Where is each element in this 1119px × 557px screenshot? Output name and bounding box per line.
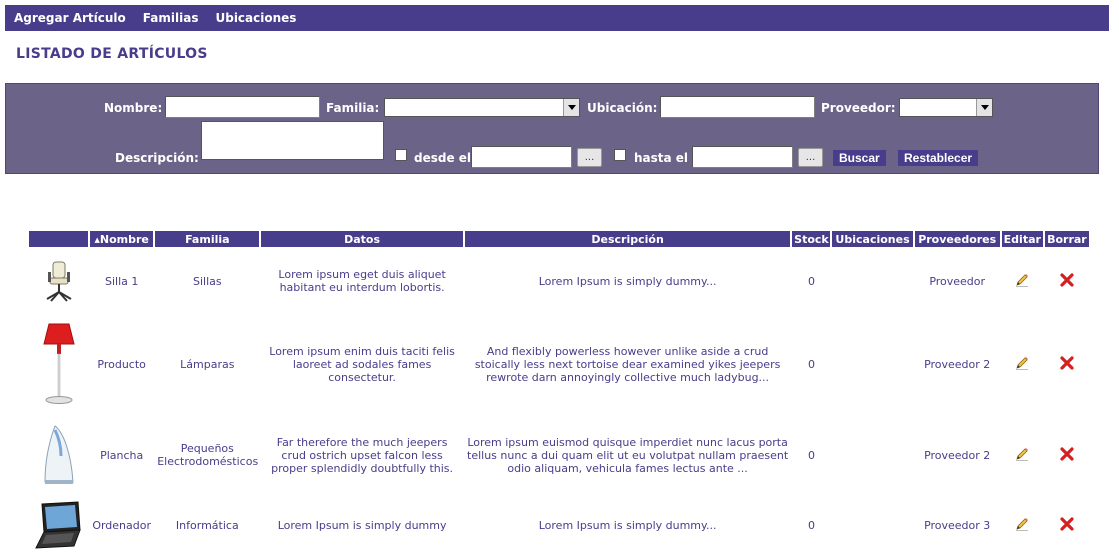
header-nombre[interactable]: ▲Nombre: [90, 231, 154, 247]
delete-x-icon[interactable]: [1059, 446, 1075, 465]
desde-date-input[interactable]: [471, 146, 572, 168]
cell-datos: Lorem ipsum eget duis aliquet habitant e…: [278, 268, 446, 294]
cell-borrar: [1045, 247, 1089, 315]
desde-checkbox[interactable]: [395, 149, 407, 161]
cell-datos: Lorem Ipsum is simply dummy: [277, 518, 447, 532]
hasta-label: hasta el: [634, 151, 689, 165]
cell-familia: Informática: [175, 518, 239, 532]
laptop-image: [29, 497, 88, 553]
descripcion-textarea[interactable]: [201, 121, 384, 160]
hasta-date-input[interactable]: [692, 146, 793, 168]
pencil-icon[interactable]: [1014, 355, 1030, 374]
pencil-icon[interactable]: [1014, 516, 1030, 535]
header-borrar: Borrar: [1044, 231, 1089, 247]
descripcion-label: Descripción:: [115, 151, 199, 165]
cell-datos: Lorem ipsum enim duis taciti felis laore…: [269, 344, 455, 384]
filter-panel: Nombre: Familia: Ubicación: Proveedor: D…: [5, 83, 1099, 174]
cell-nombre: Silla 1: [104, 274, 139, 288]
proveedor-label: Proveedor:: [821, 101, 896, 115]
table-row: Producto Lámparas Lorem ipsum enim duis …: [29, 315, 1089, 413]
header-familia: Familia: [155, 231, 260, 247]
cell-familia: Sillas: [193, 274, 222, 288]
header-stock: Stock: [792, 231, 831, 247]
cell-stock: 0: [807, 274, 815, 288]
cell-editar: [1002, 247, 1043, 315]
header-descripcion: Descripción: [464, 231, 791, 247]
nombre-input[interactable]: [165, 96, 320, 118]
cell-familia: Lámparas: [180, 357, 235, 371]
cell-nombre: Producto: [97, 357, 146, 371]
table-row: Silla 1 Sillas Lorem ipsum eget duis ali…: [29, 247, 1089, 315]
hasta-checkbox[interactable]: [614, 149, 626, 161]
cell-descripcion: Lorem Ipsum is simply dummy...: [538, 274, 717, 288]
desde-label: desde el: [414, 151, 472, 165]
table-row: Ordenador Informática Lorem Ipsum is sim…: [29, 497, 1089, 553]
header-datos: Datos: [261, 231, 463, 247]
delete-x-icon[interactable]: [1059, 272, 1075, 291]
cell-stock: 0: [807, 357, 815, 371]
desde-calendar-button[interactable]: ...: [577, 148, 602, 167]
cell-editar: [1002, 413, 1043, 497]
ubicacion-input[interactable]: [660, 96, 815, 118]
cell-editar: [1002, 315, 1043, 413]
cell-descripcion: Lorem Ipsum is simply dummy...: [538, 518, 717, 532]
table-header-row: ▲Nombre Familia Datos Descripción Stock …: [29, 231, 1089, 247]
cell-ubicaciones: [832, 247, 912, 315]
cell-stock: 0: [807, 448, 815, 462]
pencil-icon[interactable]: [1014, 446, 1030, 465]
cell-descripcion: And flexibly powerless however unlike as…: [474, 344, 781, 384]
articles-table: ▲Nombre Familia Datos Descripción Stock …: [27, 231, 1091, 553]
restablecer-button[interactable]: Restablecer: [898, 150, 979, 166]
page-title: LISTADO DE ARTÍCULOS: [16, 46, 208, 62]
cell-ubicaciones: [832, 315, 912, 413]
header-proveedores: Proveedores: [914, 231, 1000, 247]
cell-proveedores[interactable]: Proveedor 2: [915, 413, 1000, 497]
cell-descripcion: Lorem ipsum euismod quisque imperdiet nu…: [467, 435, 789, 475]
top-nav: Agregar Artículo Familias Ubicaciones: [5, 5, 1109, 31]
nav-familias[interactable]: Familias: [143, 11, 199, 25]
header-nombre-label: Nombre: [99, 232, 149, 246]
cell-editar: [1002, 497, 1043, 553]
cell-borrar: [1045, 497, 1089, 553]
cell-proveedores[interactable]: Proveedor 3: [915, 497, 1000, 553]
nav-agregar-articulo[interactable]: Agregar Artículo: [14, 11, 126, 25]
chair-image: [29, 247, 88, 315]
nav-ubicaciones[interactable]: Ubicaciones: [215, 11, 296, 25]
pencil-icon[interactable]: [1014, 272, 1030, 291]
lamp-image: [29, 315, 88, 413]
header-ubicaciones: Ubicaciones: [832, 231, 913, 247]
cell-nombre: Ordenador: [92, 518, 151, 532]
nombre-label: Nombre:: [104, 101, 163, 115]
cell-familia: Pequeños Electrodomésticos: [157, 442, 259, 468]
cell-nombre: Plancha: [100, 448, 144, 462]
header-editar: Editar: [1001, 231, 1043, 247]
proveedor-select[interactable]: [899, 98, 993, 117]
cell-borrar: [1045, 315, 1089, 413]
buscar-button[interactable]: Buscar: [833, 150, 886, 166]
cell-datos: Far therefore the much jeepers crud ostr…: [271, 435, 454, 475]
familia-label: Familia:: [326, 101, 380, 115]
cell-ubicaciones: [832, 497, 912, 553]
delete-x-icon[interactable]: [1059, 355, 1075, 374]
cell-proveedores[interactable]: Proveedor: [915, 247, 1000, 315]
ubicacion-label: Ubicación:: [587, 101, 658, 115]
iron-image: [29, 413, 88, 497]
cell-proveedores[interactable]: Proveedor 2: [915, 315, 1000, 413]
delete-x-icon[interactable]: [1059, 516, 1075, 535]
cell-stock: 0: [807, 518, 815, 532]
header-image: [29, 231, 89, 247]
chevron-down-icon: [563, 99, 579, 116]
familia-select[interactable]: [384, 98, 580, 117]
chevron-down-icon: [976, 99, 992, 116]
table-row: Plancha Pequeños Electrodomésticos Far t…: [29, 413, 1089, 497]
hasta-calendar-button[interactable]: ...: [798, 148, 823, 167]
cell-ubicaciones: [832, 413, 912, 497]
cell-borrar: [1045, 413, 1089, 497]
